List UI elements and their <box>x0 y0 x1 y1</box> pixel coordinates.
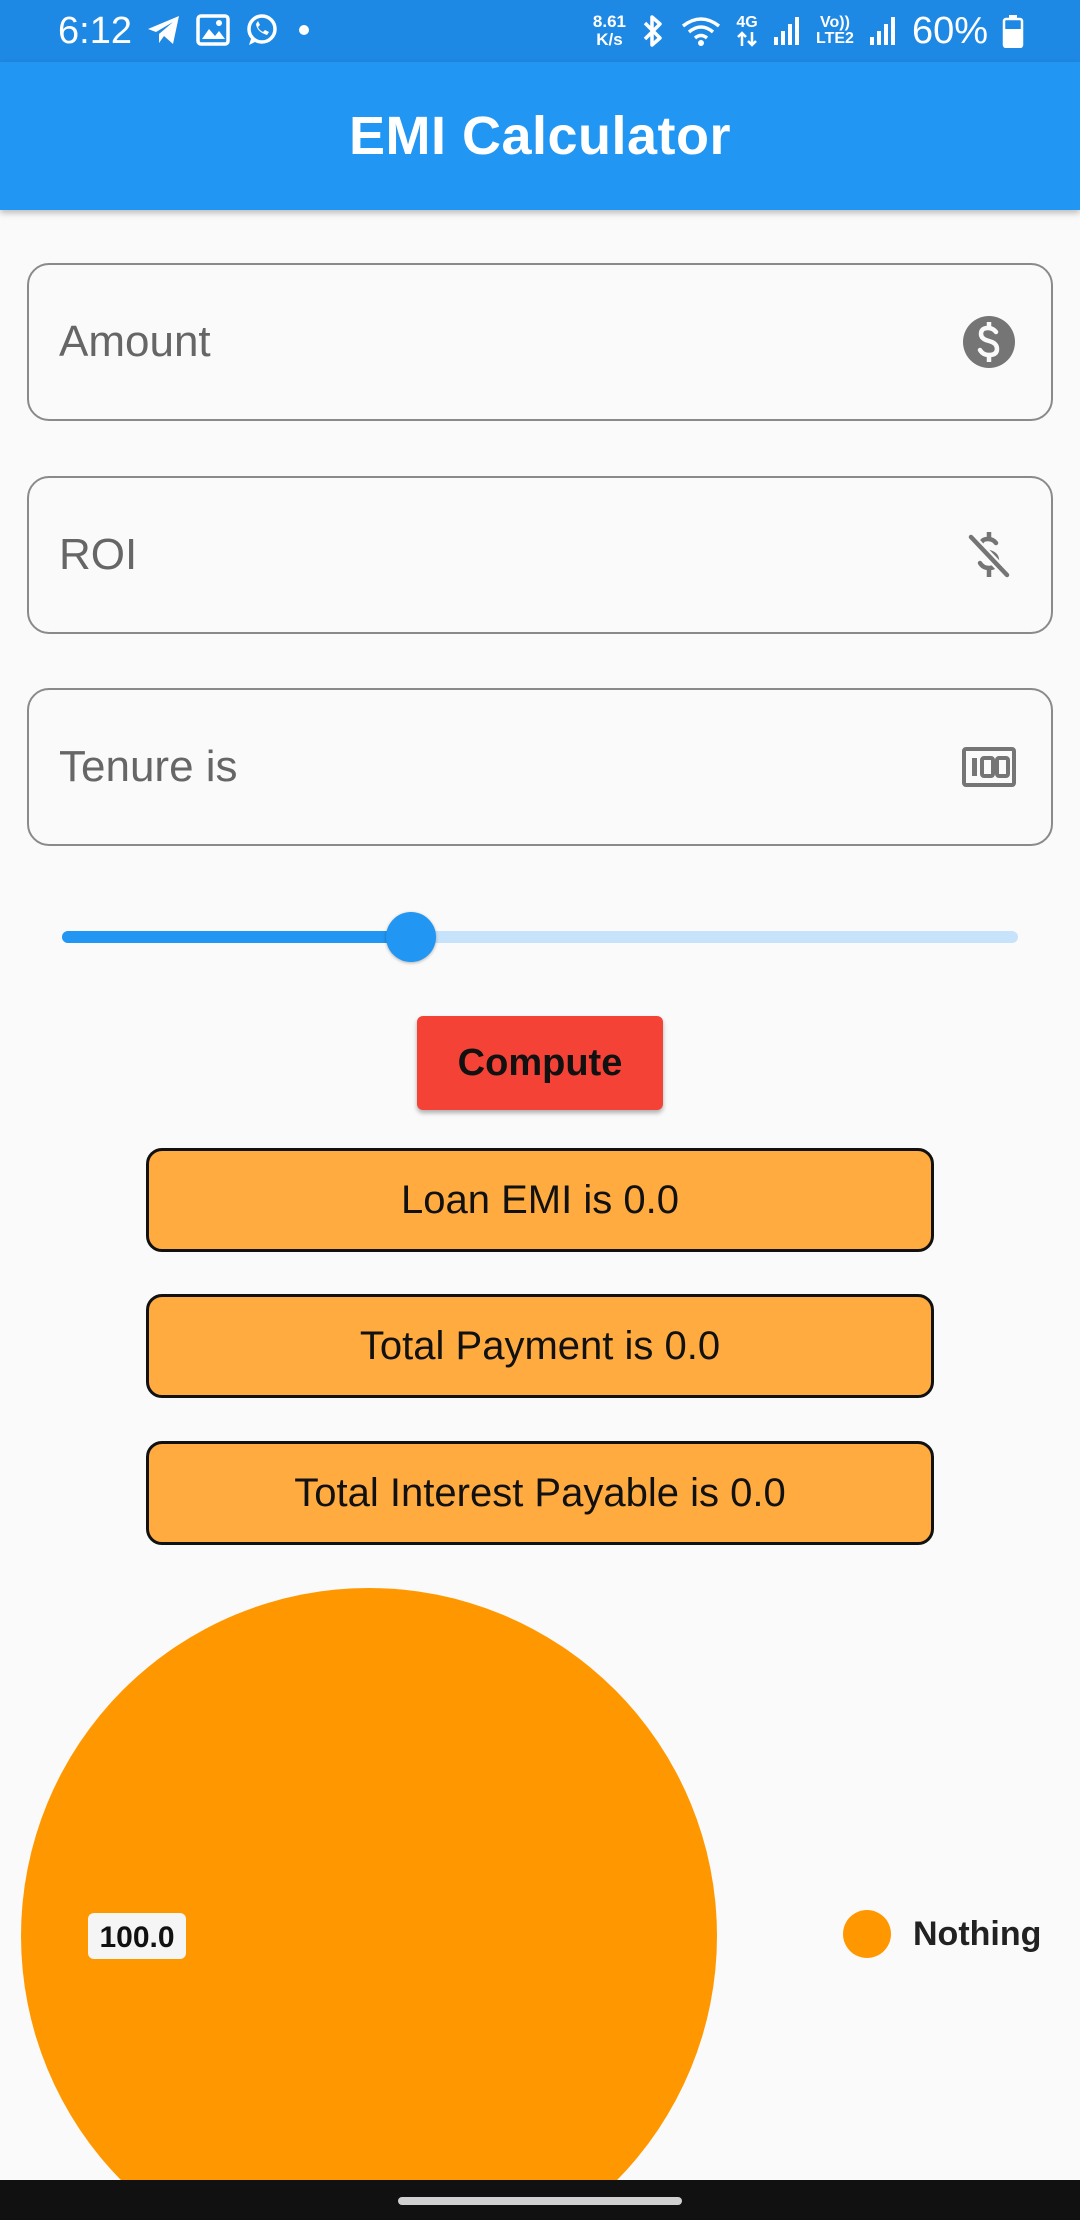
pie-value-label: 100.0 <box>99 1921 174 1954</box>
net-speed-unit: K/s <box>596 30 623 49</box>
notification-icons <box>146 12 314 48</box>
status-bar: 6:12 8.61 K/s 4G Vo)) LTE2 60% <box>0 0 1080 62</box>
app-bar: EMI Calculator <box>0 62 1080 210</box>
amount-field[interactable] <box>27 263 1053 421</box>
roi-field[interactable] <box>27 476 1053 634</box>
volte-indicator: Vo)) LTE2 <box>816 15 854 47</box>
total-interest-result: Total Interest Payable is 0.0 <box>146 1441 934 1545</box>
slider-thumb[interactable] <box>385 912 436 962</box>
emi-pie-chart: 100.0 <box>21 1588 717 2180</box>
status-time: 6:12 <box>58 10 132 52</box>
network-type: 4G <box>736 15 758 47</box>
bluetooth-icon <box>643 15 662 47</box>
money-off-icon <box>967 532 1011 579</box>
tenure-input[interactable] <box>59 690 939 844</box>
signal-1-icon <box>774 17 799 45</box>
lte-label: LTE2 <box>816 30 854 47</box>
total-payment-result: Total Payment is 0.0 <box>146 1294 934 1398</box>
volte-label: Vo)) <box>820 14 850 31</box>
tenure-slider[interactable] <box>62 912 1018 962</box>
dot-icon <box>299 25 309 35</box>
compute-button[interactable]: Compute <box>417 1016 663 1110</box>
net-speed-indicator: 8.61 K/s <box>593 13 626 49</box>
data-arrows-icon <box>737 31 757 47</box>
home-gesture-handle[interactable] <box>398 2197 682 2205</box>
roi-input[interactable] <box>59 478 939 632</box>
system-status-icons: 8.61 K/s 4G Vo)) LTE2 60% <box>593 8 1024 54</box>
loan-emi-result: Loan EMI is 0.0 <box>146 1148 934 1252</box>
net-speed-value: 8.61 <box>592 12 626 31</box>
battery-icon <box>1002 15 1024 48</box>
battery-percent: 60% <box>911 10 988 52</box>
pie-slice-nothing <box>21 1588 717 2180</box>
navigation-bar <box>0 2180 1080 2220</box>
wifi-icon <box>681 17 721 46</box>
image-icon <box>196 14 230 46</box>
dollar-circle-icon <box>963 316 1015 368</box>
amount-input[interactable] <box>59 265 939 419</box>
whatsapp-icon <box>247 14 277 45</box>
legend-swatch-nothing <box>843 1910 891 1958</box>
telegram-icon <box>148 16 179 44</box>
chart-legend: Nothing <box>843 1910 1041 1958</box>
hundred-icon <box>962 747 1016 787</box>
tenure-field[interactable] <box>27 688 1053 846</box>
legend-label-nothing: Nothing <box>913 1914 1042 1953</box>
app-title: EMI Calculator <box>348 106 732 166</box>
signal-2-icon <box>869 17 895 45</box>
network-4g-label: 4G <box>736 14 758 31</box>
slider-active-track <box>62 931 411 943</box>
